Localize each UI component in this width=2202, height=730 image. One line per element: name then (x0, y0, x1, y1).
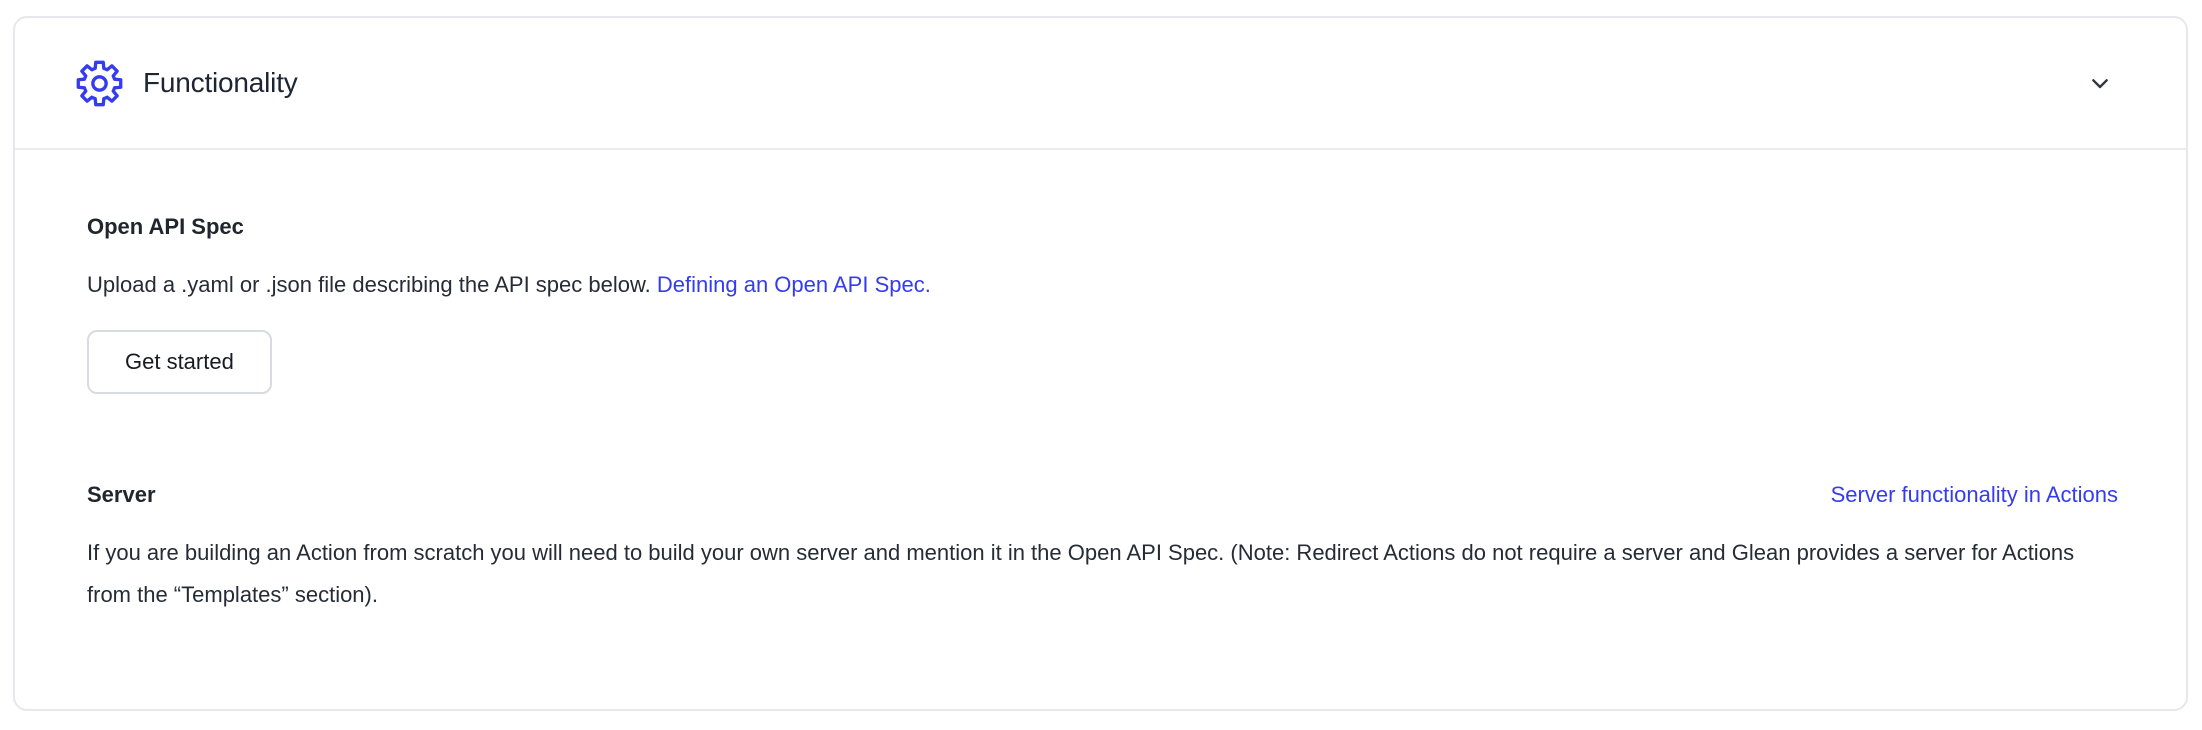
open-api-spec-section: Open API Spec Upload a .yaml or .json fi… (87, 212, 2118, 394)
server-row: Server Server functionality in Actions (87, 480, 2118, 510)
open-api-spec-description-text: Upload a .yaml or .json file describing … (87, 272, 657, 297)
panel-body: Open API Spec Upload a .yaml or .json fi… (15, 150, 2186, 616)
functionality-panel: Functionality Open API Spec Upload a .ya… (13, 16, 2188, 711)
open-api-spec-label: Open API Spec (87, 212, 2118, 242)
server-description: If you are building an Action from scrat… (87, 532, 2118, 616)
server-section: Server Server functionality in Actions I… (87, 480, 2118, 616)
gear-icon (76, 60, 123, 107)
panel-title: Functionality (143, 67, 298, 99)
get-started-button[interactable]: Get started (87, 330, 272, 394)
functionality-panel-header[interactable]: Functionality (15, 18, 2186, 150)
server-functionality-link[interactable]: Server functionality in Actions (1831, 482, 2118, 508)
chevron-down-icon[interactable] (2084, 67, 2116, 99)
server-label: Server (87, 480, 156, 510)
defining-open-api-spec-link[interactable]: Defining an Open API Spec. (657, 272, 931, 297)
open-api-spec-description: Upload a .yaml or .json file describing … (87, 264, 2118, 306)
